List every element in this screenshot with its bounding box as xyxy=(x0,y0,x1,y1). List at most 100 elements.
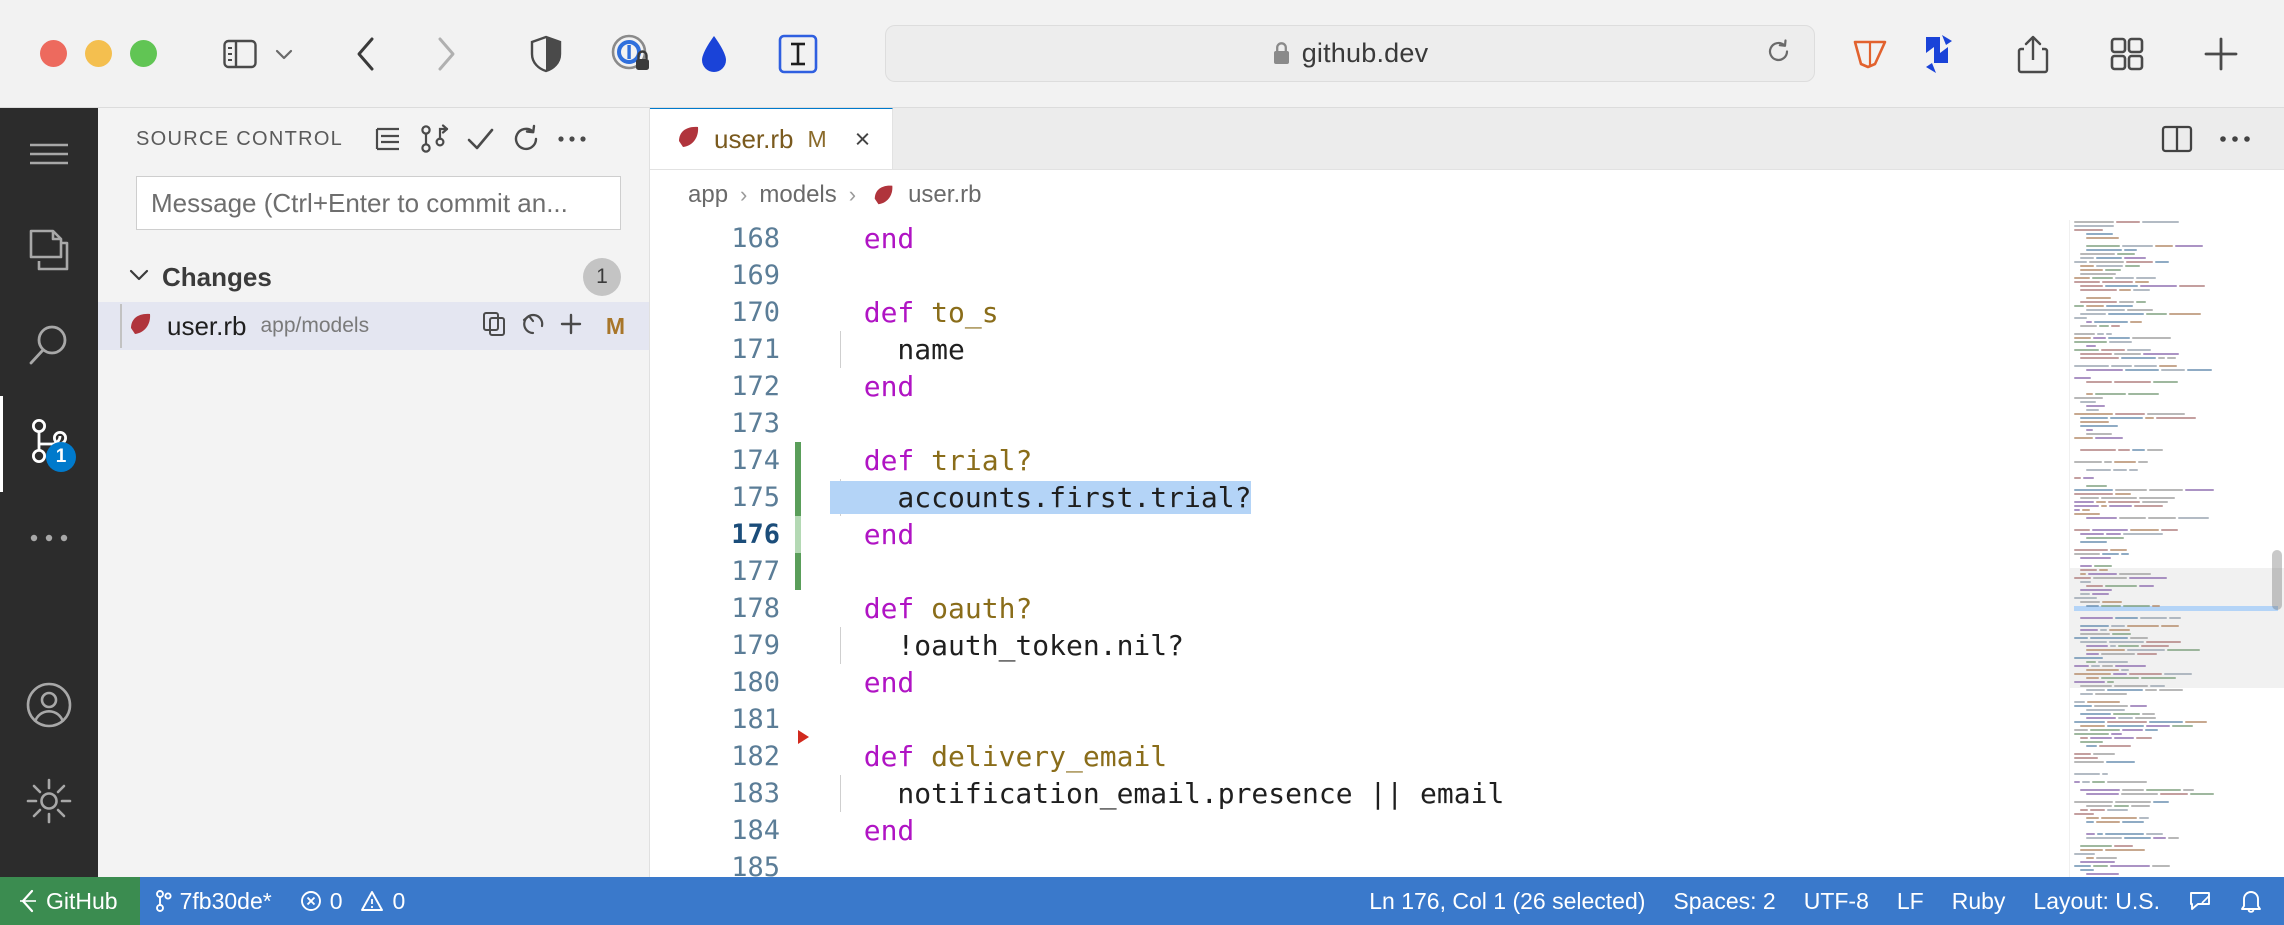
code-text[interactable]: end xyxy=(830,814,914,847)
commit-message-input[interactable] xyxy=(151,188,606,219)
reload-icon[interactable] xyxy=(1765,38,1792,70)
code-line[interactable]: 174 def trial? xyxy=(650,442,2069,479)
tab-overview-icon[interactable] xyxy=(2102,27,2152,81)
code-text[interactable]: notification_email.presence || email xyxy=(830,777,1504,810)
code-viewport[interactable]: 168 end169170 def to_s171 name172 end173… xyxy=(650,220,2069,877)
folding-marker-icon[interactable] xyxy=(798,730,809,744)
code-line[interactable]: 168 end xyxy=(650,220,2069,257)
stage-changes-icon[interactable] xyxy=(558,311,584,342)
shield-icon[interactable] xyxy=(521,27,571,81)
code-line[interactable]: 176 end xyxy=(650,516,2069,553)
code-token xyxy=(830,444,864,477)
status-remote-github[interactable]: GitHub xyxy=(0,877,140,925)
italic-boxed-icon[interactable] xyxy=(773,27,823,81)
code-text[interactable]: end xyxy=(830,666,914,699)
activity-item-explorer[interactable] xyxy=(0,204,98,300)
editor-body[interactable]: 168 end169170 def to_s171 name172 end173… xyxy=(650,220,2284,877)
code-line[interactable]: 172 end xyxy=(650,368,2069,405)
code-line[interactable]: 181 xyxy=(650,701,2069,738)
minimize-window-button[interactable] xyxy=(85,40,112,67)
water-drop-icon[interactable] xyxy=(689,27,739,81)
breadcrumb-item-file[interactable]: user.rb xyxy=(908,181,981,209)
code-line[interactable]: 180 end xyxy=(650,664,2069,701)
code-line[interactable]: 170 def to_s xyxy=(650,294,2069,331)
code-line[interactable]: 183 notification_email.presence || email xyxy=(650,775,2069,812)
code-line[interactable]: 175 accounts.first.trial? xyxy=(650,479,2069,516)
code-line[interactable]: 173 xyxy=(650,405,2069,442)
breadcrumb-item-models[interactable]: models xyxy=(759,181,836,209)
status-encoding[interactable]: UTF-8 xyxy=(1790,877,1883,925)
code-line[interactable]: 179 !oauth_token.nil? xyxy=(650,627,2069,664)
activity-item-more[interactable] xyxy=(0,492,98,588)
wiper-icon[interactable] xyxy=(1845,27,1895,81)
status-notifications[interactable] xyxy=(2226,877,2284,925)
code-text[interactable]: def delivery_email xyxy=(830,740,1167,773)
share-icon[interactable] xyxy=(2008,27,2058,81)
changes-section-header[interactable]: Changes 1 xyxy=(98,252,649,302)
close-icon[interactable]: × xyxy=(855,126,871,153)
editor-more-actions-icon[interactable] xyxy=(2206,108,2264,170)
activity-item-search[interactable] xyxy=(0,300,98,396)
code-token xyxy=(830,518,864,551)
editor-tab-user-rb[interactable]: user.rb M × xyxy=(650,108,893,169)
code-text[interactable]: end xyxy=(830,222,914,255)
code-text[interactable]: def trial? xyxy=(830,444,1032,477)
sidebar-more-actions-icon[interactable] xyxy=(549,116,595,162)
code-text[interactable]: def to_s xyxy=(830,296,999,329)
commit-check-icon[interactable] xyxy=(457,116,503,162)
blue-arrows-icon[interactable] xyxy=(1914,27,1964,81)
code-text[interactable]: end xyxy=(830,518,914,551)
scrollbar-thumb[interactable] xyxy=(2272,550,2282,610)
code-text[interactable]: def oauth? xyxy=(830,592,1032,625)
editor-scrollbar[interactable] xyxy=(2270,220,2284,877)
ruby-file-icon xyxy=(872,183,896,207)
checkout-branch-icon[interactable] xyxy=(411,116,457,162)
open-file-icon[interactable] xyxy=(482,311,508,342)
code-line[interactable]: 169 xyxy=(650,257,2069,294)
minimap[interactable] xyxy=(2069,220,2284,877)
forward-icon[interactable] xyxy=(421,27,471,81)
code-line[interactable]: 178 def oauth? xyxy=(650,590,2069,627)
status-feedback[interactable] xyxy=(2174,877,2226,925)
back-icon[interactable] xyxy=(341,27,391,81)
discard-changes-icon[interactable] xyxy=(520,311,546,342)
code-text[interactable]: end xyxy=(830,370,914,403)
activity-item-source-control[interactable]: 1 xyxy=(0,396,98,492)
changes-list-item[interactable]: user.rb app/models M xyxy=(98,302,649,350)
code-text[interactable]: name xyxy=(830,333,965,366)
address-bar[interactable]: github.dev xyxy=(885,25,1815,82)
privacy-badger-icon[interactable] xyxy=(605,27,655,81)
status-indentation[interactable]: Spaces: 2 xyxy=(1659,877,1789,925)
code-line[interactable]: 177 xyxy=(650,553,2069,590)
refresh-icon[interactable] xyxy=(503,116,549,162)
status-problems[interactable]: 0 0 xyxy=(286,877,420,925)
activity-item-accounts[interactable] xyxy=(0,659,98,755)
activity-item-settings[interactable] xyxy=(0,755,98,851)
code-line[interactable]: 182 def delivery_email xyxy=(650,738,2069,775)
code-line[interactable]: 185 xyxy=(650,849,2069,877)
new-tab-icon[interactable] xyxy=(2196,27,2246,81)
breadcrumb-separator: › xyxy=(849,182,856,208)
activity-item-menu[interactable] xyxy=(0,108,98,204)
commit-message-box[interactable] xyxy=(136,176,621,230)
code-text[interactable]: !oauth_token.nil? xyxy=(830,629,1184,662)
status-branch[interactable]: 7fb30de* xyxy=(140,877,286,925)
code-text[interactable]: accounts.first.trial? xyxy=(830,481,1251,514)
zoom-window-button[interactable] xyxy=(130,40,157,67)
status-cursor-position[interactable]: Ln 176, Col 1 (26 selected) xyxy=(1355,877,1659,925)
sidebar-toggle-icon[interactable] xyxy=(215,27,265,81)
close-window-button[interactable] xyxy=(40,40,67,67)
split-editor-icon[interactable] xyxy=(2148,108,2206,170)
ruby-file-icon xyxy=(676,124,702,155)
breadcrumb: app › models › user.rb xyxy=(650,170,2284,220)
status-keyboard-layout[interactable]: Layout: U.S. xyxy=(2019,877,2174,925)
view-as-tree-icon[interactable] xyxy=(365,116,411,162)
chevron-down-icon[interactable] xyxy=(267,27,301,81)
breadcrumb-item-app[interactable]: app xyxy=(688,181,728,209)
status-language-mode[interactable]: Ruby xyxy=(1938,877,2020,925)
status-eol[interactable]: LF xyxy=(1883,877,1938,925)
code-line[interactable]: 184 end xyxy=(650,812,2069,849)
changed-file-actions: M xyxy=(482,311,625,342)
code-line[interactable]: 171 name xyxy=(650,331,2069,368)
line-number: 176 xyxy=(690,519,780,550)
